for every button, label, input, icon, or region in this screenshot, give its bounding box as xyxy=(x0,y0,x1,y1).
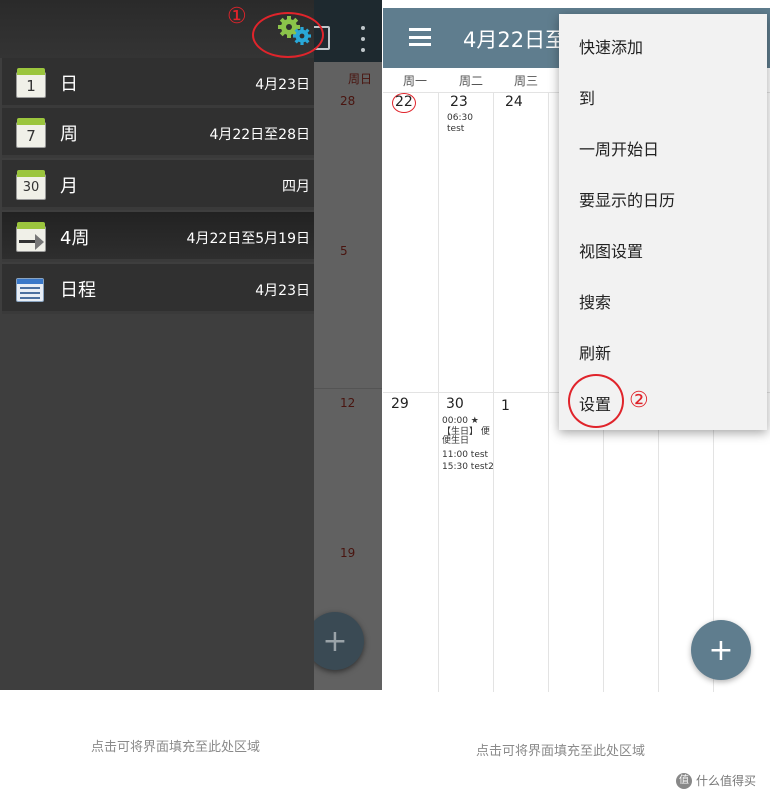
add-event-fab[interactable]: + xyxy=(691,620,751,680)
watermark-logo: 值 xyxy=(676,772,692,789)
left-screen: 周日 28 5 12 19 + ① xyxy=(0,0,382,690)
menu-item-search[interactable]: 搜索 xyxy=(559,277,767,328)
menu-item-refresh[interactable]: 刷新 xyxy=(559,328,767,379)
more-options-icon xyxy=(356,26,370,52)
drawer-item-week[interactable]: 7 周 4月22日至28日 xyxy=(2,108,314,158)
day-cell-date[interactable]: 24 xyxy=(505,94,523,110)
annotation-marker-1: ① xyxy=(227,4,247,29)
page-title: 4月22日至 xyxy=(463,28,567,52)
day-cell-date[interactable]: 1 xyxy=(501,398,510,414)
annotation-marker-2: ② xyxy=(629,388,649,413)
annotation-circle xyxy=(568,374,624,428)
drawer-item-label: 日程 xyxy=(60,280,96,301)
day-cell-date[interactable]: 22 xyxy=(395,94,413,110)
calendar-day-icon: 1 xyxy=(16,68,46,98)
weekday-label: 周二 xyxy=(459,74,484,88)
drawer-item-month[interactable]: 30 月 四月 xyxy=(2,160,314,210)
weekday-label: 周三 xyxy=(514,74,539,88)
calendar-week-icon: 7 xyxy=(16,118,46,148)
navigation-drawer: ① 1 日 4月23日 7 周 4月22日至28日 30 月 四月 4周 4月2… xyxy=(0,0,324,690)
hamburger-menu-icon[interactable] xyxy=(409,28,431,46)
add-event-fab-dimmed: + xyxy=(306,612,364,670)
calendar-event[interactable]: 06:30 test xyxy=(447,113,493,135)
drawer-item-label: 4周 xyxy=(60,228,90,249)
agenda-list-icon xyxy=(16,274,46,304)
menu-item-go-to[interactable]: 到 xyxy=(559,73,767,124)
watermark-text: 什么值得买 xyxy=(696,774,757,788)
menu-item-view-settings[interactable]: 视图设置 xyxy=(559,226,767,277)
drawer-item-range: 4月23日 xyxy=(255,283,310,299)
watermark: 值 什么值得买 xyxy=(676,772,756,789)
drawer-item-label: 月 xyxy=(60,176,78,197)
calendar-event[interactable]: 00:00 ★【生日】 便 xyxy=(442,416,494,438)
day-cell-date[interactable]: 29 xyxy=(391,396,409,412)
drawer-item-range: 4月22日至5月19日 xyxy=(186,231,310,247)
calendar-event[interactable]: 15:30 test2 xyxy=(442,462,494,473)
weekday-label: 周一 xyxy=(403,74,428,88)
drawer-item-4-weeks[interactable]: 4周 4月22日至5月19日 xyxy=(2,212,314,262)
drawer-item-day[interactable]: 1 日 4月23日 xyxy=(2,58,314,108)
fill-area-hint[interactable]: 点击可将界面填充至此处区域 xyxy=(476,740,645,759)
drawer-item-label: 日 xyxy=(60,74,78,95)
calendar-4-weeks-icon xyxy=(16,222,46,252)
drawer-item-range: 四月 xyxy=(282,179,310,195)
overflow-menu: 快速添加 到 一周开始日 要显示的日历 视图设置 搜索 刷新 设置 ② xyxy=(559,14,767,430)
menu-item-quick-add[interactable]: 快速添加 xyxy=(559,22,767,73)
calendar-event[interactable]: 11:00 test xyxy=(442,450,494,461)
menu-item-week-start[interactable]: 一周开始日 xyxy=(559,124,767,175)
day-cell-date[interactable]: 30 xyxy=(446,396,464,412)
fill-area-hint[interactable]: 点击可将界面填充至此处区域 xyxy=(91,736,260,755)
right-screen: 4月22日至 周一 周二 周三 22 23 24 06:30 test 29 3… xyxy=(383,8,770,692)
drawer-item-range: 4月22日至28日 xyxy=(209,127,310,143)
settings-gear-icon[interactable] xyxy=(278,16,312,46)
menu-item-calendars-to-display[interactable]: 要显示的日历 xyxy=(559,175,767,226)
calendar-event[interactable]: 便生日 xyxy=(442,436,494,447)
calendar-month-icon: 30 xyxy=(16,170,46,200)
drawer-item-range: 4月23日 xyxy=(255,77,310,93)
drawer-item-label: 周 xyxy=(60,124,78,145)
day-cell-date[interactable]: 23 xyxy=(450,94,468,110)
drawer-item-agenda[interactable]: 日程 4月23日 xyxy=(2,264,314,314)
